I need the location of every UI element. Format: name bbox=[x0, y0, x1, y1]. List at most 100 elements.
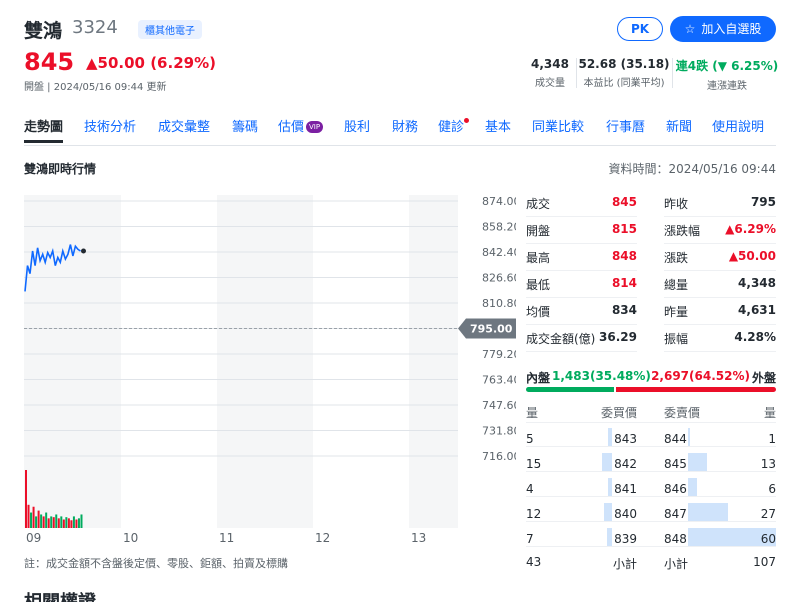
bid-qty: 12 bbox=[526, 507, 542, 521]
volume-bar bbox=[37, 510, 40, 528]
quote-value: 4,631 bbox=[738, 303, 776, 317]
volume-bar bbox=[77, 518, 80, 528]
ask-subtotal-label: 小計 bbox=[664, 557, 689, 571]
tab-trades[interactable]: 成交彙整 bbox=[158, 116, 210, 135]
quote-label: 漲跌 bbox=[664, 251, 689, 265]
category-badge[interactable]: 櫃其他電子 bbox=[138, 20, 202, 39]
add-watchlist-button[interactable]: ☆ 加入自選股 bbox=[670, 16, 776, 42]
quote-row-divider bbox=[526, 216, 637, 217]
book-row-divider bbox=[526, 521, 776, 522]
outer-pct: (64.52%) bbox=[689, 369, 750, 383]
ask-qty: 27 bbox=[760, 507, 776, 521]
volume-bar bbox=[50, 516, 53, 528]
tab-divider bbox=[24, 145, 776, 146]
quote-row-divider bbox=[526, 270, 637, 271]
tab-valuation[interactable]: 估價 VIP bbox=[278, 116, 324, 135]
tab-help[interactable]: 使用說明 bbox=[712, 116, 764, 135]
bid-price-header: 委買價 bbox=[600, 406, 637, 420]
quote-label: 昨收 bbox=[664, 197, 689, 211]
ask-total: 107 bbox=[753, 555, 776, 569]
volume-bar bbox=[62, 519, 65, 528]
book-row-divider bbox=[526, 446, 776, 447]
quote-value: ▲6.29% bbox=[725, 222, 776, 236]
x-tick-label: 13 bbox=[411, 531, 426, 545]
session-band bbox=[24, 195, 121, 528]
bid-qty: 5 bbox=[526, 432, 534, 446]
x-tick-label: 12 bbox=[315, 531, 330, 545]
quote-row-divider bbox=[664, 243, 776, 244]
volume-bar bbox=[80, 514, 83, 528]
tab-technical[interactable]: 技術分析 bbox=[84, 116, 136, 135]
inner-qty: 1,483 bbox=[552, 369, 590, 383]
book-row-divider bbox=[526, 546, 776, 547]
stat-streak: 連4跌 (▼ 6.25%) 連漲連跌 bbox=[674, 57, 780, 92]
price-change: ▲50.00 (6.29%) bbox=[86, 54, 216, 72]
current-price: 845 bbox=[24, 48, 75, 76]
y-tick-label: 826.60 bbox=[482, 272, 516, 285]
ask-depth-bar bbox=[688, 428, 690, 446]
volume-bar bbox=[25, 470, 27, 528]
quote-row-divider bbox=[526, 324, 637, 325]
ask-price: 844 bbox=[664, 432, 687, 446]
stat-divider bbox=[672, 58, 673, 88]
bid-qty: 15 bbox=[526, 457, 542, 471]
quote-label: 總量 bbox=[664, 278, 689, 292]
tab-news[interactable]: 新聞 bbox=[666, 116, 692, 135]
tab-basic[interactable]: 基本 bbox=[485, 116, 511, 135]
tab-chips[interactable]: 籌碼 bbox=[232, 116, 258, 135]
market-status: 開盤 | 2024/05/16 09:44 更新 bbox=[24, 82, 167, 93]
volume-bar bbox=[65, 517, 68, 528]
ask-price: 847 bbox=[664, 507, 687, 521]
ask-price: 845 bbox=[664, 457, 687, 471]
volume-bar bbox=[55, 514, 58, 528]
quote-value: 795 bbox=[750, 195, 776, 209]
bid-subtotal-label: 小計 bbox=[612, 557, 637, 571]
ask-qty: 13 bbox=[760, 457, 776, 471]
session-band bbox=[217, 195, 313, 528]
volume-bar bbox=[67, 518, 70, 528]
ask-qty: 60 bbox=[760, 532, 776, 546]
y-tick-label: 874.00 bbox=[482, 195, 516, 208]
stat-label: 本益比 (同業平均) bbox=[583, 78, 665, 89]
tab-valuation-label: 估價 bbox=[278, 120, 305, 135]
tab-dividend[interactable]: 股利 bbox=[344, 116, 370, 135]
tab-peer-compare[interactable]: 同業比較 bbox=[532, 116, 584, 135]
stat-value: 連4跌 (▼ 6.25%) bbox=[675, 59, 779, 73]
volume-bar bbox=[35, 516, 38, 528]
y-tick-label: 779.20 bbox=[482, 348, 516, 361]
last-price-dot bbox=[81, 248, 86, 254]
y-tick-label: 747.60 bbox=[482, 399, 516, 412]
quote-row-divider bbox=[526, 243, 637, 244]
book-header-divider bbox=[526, 422, 776, 423]
tab-health[interactable]: 健診 bbox=[438, 116, 470, 135]
data-time: 資料時間：2024/05/16 09:44 bbox=[608, 162, 776, 176]
stat-value: 52.68 (35.18) bbox=[578, 57, 670, 71]
stat-label: 成交量 bbox=[535, 78, 565, 89]
quote-row-divider bbox=[526, 297, 637, 298]
quote-label: 均價 bbox=[526, 305, 551, 319]
volume-bar bbox=[47, 518, 50, 528]
bid-price: 840 bbox=[614, 507, 637, 521]
tab-bar: 走勢圖 技術分析 成交彙整 籌碼 估價 VIP 股利 財務 健診 基本 同業比較 … bbox=[24, 116, 776, 144]
quote-value: 834 bbox=[611, 303, 637, 317]
volume-bar bbox=[52, 517, 55, 528]
pk-button[interactable]: PK bbox=[617, 17, 663, 41]
related-warrants-title: 相關權證 bbox=[24, 588, 96, 602]
outer-ratio-fill bbox=[615, 387, 776, 392]
session-band bbox=[313, 195, 409, 528]
ask-price-header: 委賣價 bbox=[664, 406, 701, 420]
outer-label: 外盤 bbox=[751, 371, 776, 385]
quote-label: 開盤 bbox=[526, 224, 551, 238]
quote-label: 最高 bbox=[526, 251, 551, 265]
bid-qty-header: 量 bbox=[526, 406, 539, 420]
chart-session-bands bbox=[24, 195, 458, 528]
ask-price: 846 bbox=[664, 482, 687, 496]
tab-financial[interactable]: 財務 bbox=[392, 116, 418, 135]
intraday-chart[interactable]: 874.00 858.20 842.40 826.60 810.80 779.20 763.… bbox=[24, 192, 516, 548]
tab-calendar[interactable]: 行事曆 bbox=[606, 116, 645, 135]
y-tick-label: 858.20 bbox=[482, 221, 516, 234]
tab-chart[interactable]: 走勢圖 bbox=[24, 116, 64, 143]
volume-bar bbox=[42, 516, 45, 528]
quote-value: 814 bbox=[611, 276, 637, 290]
footnote: 註：成交金額不含盤後定價、零股、鉅額、拍賣及標購 bbox=[24, 557, 288, 570]
